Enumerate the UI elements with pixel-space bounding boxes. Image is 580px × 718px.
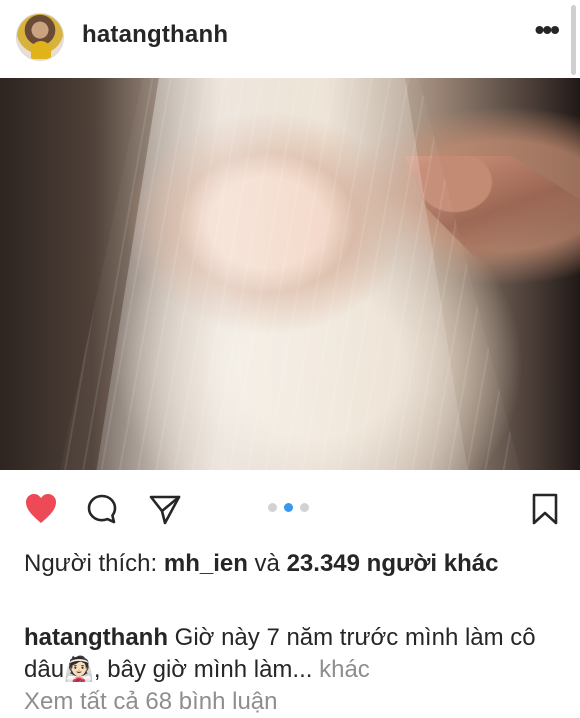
bookmark-icon[interactable] — [531, 492, 559, 526]
likes-conjunction: và — [247, 550, 287, 577]
carousel-dot-2 — [284, 503, 293, 512]
more-options-icon[interactable]: ••• — [535, 14, 560, 46]
caption-more-link[interactable]: khác — [312, 656, 370, 683]
post-actions — [0, 476, 580, 538]
view-all-comments-link[interactable]: Xem tất cả 68 bình luận — [24, 686, 278, 718]
liked-by-user[interactable]: mh_ien — [164, 550, 248, 577]
post-caption: hatangthanh Giờ này 7 năm trước mình làm… — [24, 622, 564, 686]
likes-count[interactable]: 23.349 người khác — [287, 550, 499, 577]
carousel-dot-1 — [268, 503, 277, 512]
scrollbar[interactable] — [571, 5, 576, 75]
post-username[interactable]: hatangthanh — [82, 21, 228, 49]
carousel-indicator — [268, 503, 316, 513]
likes-prefix: Người thích: — [24, 550, 164, 577]
heart-icon[interactable] — [23, 491, 59, 525]
comment-icon[interactable] — [85, 492, 119, 526]
likes-summary[interactable]: Người thích: mh_ien và 23.349 người khác — [24, 548, 564, 580]
profile-avatar[interactable] — [16, 13, 64, 61]
share-icon[interactable] — [147, 492, 183, 526]
veil-texture — [60, 78, 520, 470]
post-photo[interactable] — [0, 78, 580, 470]
post-header: hatangthanh ••• — [0, 0, 580, 76]
carousel-dot-3 — [300, 503, 309, 512]
caption-username[interactable]: hatangthanh — [24, 624, 168, 651]
